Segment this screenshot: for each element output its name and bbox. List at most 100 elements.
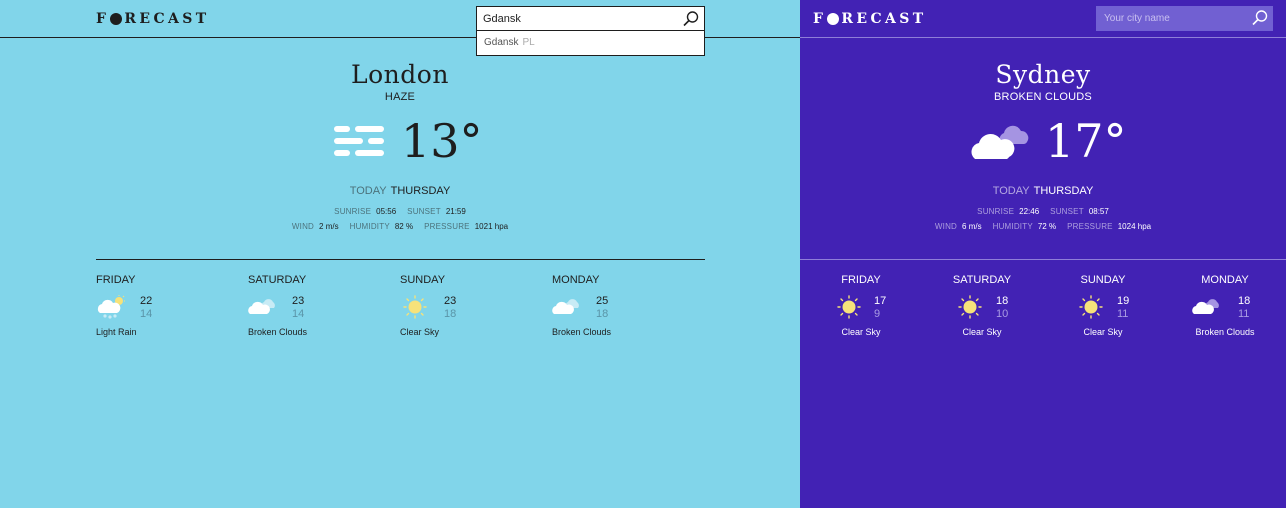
- search-icon[interactable]: [1251, 9, 1269, 27]
- forecast-high: 23: [292, 295, 305, 307]
- city-name: London: [351, 60, 449, 89]
- city-search-box[interactable]: [1096, 6, 1273, 31]
- day-label: TODAY THURSDAY: [800, 185, 1286, 197]
- forecast-high: 19: [1117, 295, 1130, 307]
- forecast-card: SUNDAY 23 18 Clear Sky: [400, 274, 500, 337]
- sunrise-label: SUNRISE: [977, 207, 1015, 216]
- sunrise-label: SUNRISE: [334, 207, 372, 216]
- forecast-low: 9: [874, 308, 881, 320]
- sun-icon: [955, 295, 985, 319]
- forecast-description: Clear Sky: [1083, 327, 1123, 337]
- current-weather: 17°: [969, 115, 1127, 167]
- forecast-card: SATURDAY 18 10 Clear Sky: [937, 274, 1027, 337]
- forecast-description: Broken Clouds: [1195, 327, 1255, 337]
- sun-stats: SUNRISE 05:56 SUNSET 21:59: [0, 207, 800, 216]
- today-label: TODAY: [992, 185, 1030, 197]
- current-weather: 13°: [333, 115, 483, 167]
- forecast-day: SATURDAY: [952, 274, 1012, 286]
- forecast-divider: [96, 259, 705, 260]
- city-search-input[interactable]: [1104, 11, 1244, 26]
- forecast-logo: F RECAST: [813, 11, 927, 27]
- condition-text: HAZE: [384, 91, 416, 103]
- pressure-value: 1021 hpa: [474, 222, 509, 231]
- condition-text: BROKEN CLOUDS: [994, 91, 1092, 103]
- forecast-low: 18: [596, 308, 609, 320]
- sunset-value: 21:59: [445, 207, 466, 216]
- forecast-logo: F RECAST: [96, 11, 210, 27]
- pressure-label: PRESSURE: [424, 222, 470, 231]
- search-icon[interactable]: [682, 10, 700, 28]
- forecast-card: MONDAY 18 11 Broken Clouds: [1180, 274, 1270, 337]
- pressure-label: PRESSURE: [1067, 222, 1113, 231]
- forecast-high: 25: [596, 295, 609, 307]
- forecast-description: Light Rain: [96, 327, 137, 337]
- sunset-value: 08:57: [1088, 207, 1109, 216]
- wind-value: 2 m/s: [319, 222, 339, 231]
- day-label: TODAY THURSDAY: [0, 185, 800, 197]
- current-temperature: 13°: [401, 114, 483, 168]
- forecast-description: Broken Clouds: [552, 327, 612, 337]
- sunset-label: SUNSET: [1050, 207, 1084, 216]
- forecast-card: FRIDAY 22 14 Light Rain: [96, 274, 196, 337]
- forecast-day: SUNDAY: [1080, 274, 1126, 286]
- sunset-label: SUNSET: [407, 207, 441, 216]
- humidity-value: 72 %: [1037, 222, 1057, 231]
- forecast-low: 11: [1117, 308, 1129, 320]
- forecast-description: Clear Sky: [962, 327, 1002, 337]
- suggestion-item[interactable]: Gdansk PL: [484, 37, 535, 48]
- wind-label: WIND: [291, 222, 315, 231]
- pressure-value: 1024 hpa: [1117, 222, 1152, 231]
- sydney-panel: FRECAST Sydney BROKEN CLOUDS 17° TODAYTH…: [800, 0, 1286, 508]
- forecast-description: Clear Sky: [841, 327, 881, 337]
- humidity-value: 82 %: [394, 222, 414, 231]
- city-name: Sydney: [995, 60, 1091, 89]
- forecast-card: SATURDAY 23 14 Broken Clouds: [248, 274, 348, 337]
- sunrise-value: 22:46: [1019, 207, 1040, 216]
- broken-clouds-icon: [552, 295, 582, 319]
- forecast-day: FRIDAY: [841, 274, 881, 286]
- haze-icon: [333, 125, 385, 157]
- current-temperature: 17°: [1045, 114, 1127, 168]
- humidity-label: HUMIDITY: [349, 222, 390, 231]
- sun-icon: [834, 295, 864, 319]
- forecast-description: Broken Clouds: [248, 327, 308, 337]
- wind-label: WIND: [934, 222, 958, 231]
- forecast-card: MONDAY 25 18 Broken Clouds: [552, 274, 652, 337]
- weather-stats: WIND 6 m/s HUMIDITY 72 % PRESSURE 1024 hpa: [800, 222, 1286, 231]
- forecast-low: 11: [1238, 308, 1250, 320]
- forecast-divider: [800, 259, 1286, 260]
- sun-icon: [1076, 295, 1106, 319]
- broken-clouds-icon: [1192, 295, 1222, 319]
- search-suggestions: Gdansk PL: [476, 31, 705, 56]
- humidity-label: HUMIDITY: [992, 222, 1033, 231]
- forecast-day: SUNDAY: [400, 274, 446, 286]
- city-search-input[interactable]: [483, 11, 673, 27]
- weather-stats: WIND 2 m/s HUMIDITY 82 % PRESSURE 1021 hpa: [0, 222, 800, 231]
- forecast-day: FRIDAY: [96, 274, 136, 286]
- forecast-high: 18: [1238, 295, 1251, 307]
- suggestion-country: PL: [522, 37, 535, 48]
- forecast-high: 17: [874, 295, 887, 307]
- forecast-description: Clear Sky: [400, 327, 440, 337]
- forecast-low: 18: [444, 308, 457, 320]
- sun-stats: SUNRISE 22:46 SUNSET 08:57: [800, 207, 1286, 216]
- london-panel: FRECAST GdanskPL London HAZE 13° TODAYTH…: [0, 0, 800, 508]
- forecast-card: FRIDAY 17 9 Clear Sky: [816, 274, 906, 337]
- sunrise-value: 05:56: [376, 207, 397, 216]
- wind-value: 6 m/s: [962, 222, 982, 231]
- forecast-day: SATURDAY: [248, 274, 307, 286]
- city-search-box[interactable]: [476, 6, 705, 31]
- forecast-low: 14: [292, 308, 305, 320]
- rain-icon: [96, 295, 126, 319]
- forecast-low: 14: [140, 308, 153, 320]
- forecast-card: SUNDAY 19 11 Clear Sky: [1058, 274, 1148, 337]
- header-divider: [800, 37, 1286, 38]
- sun-icon: [400, 295, 430, 319]
- forecast-high: 18: [996, 295, 1009, 307]
- broken-clouds-icon: [248, 295, 278, 319]
- forecast-day: MONDAY: [552, 274, 600, 286]
- today-label: TODAY: [349, 185, 387, 197]
- logo-dot-icon: [110, 13, 123, 25]
- broken-clouds-icon: [969, 120, 1035, 162]
- forecast-high: 22: [140, 295, 153, 307]
